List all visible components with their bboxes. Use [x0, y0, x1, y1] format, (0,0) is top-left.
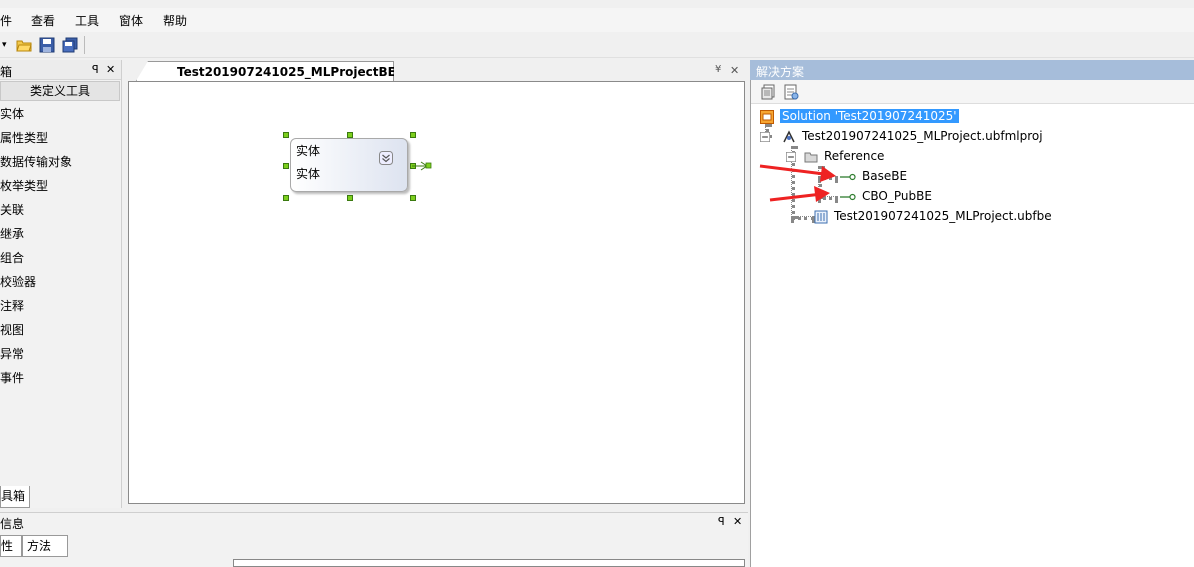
tree-reference-basebe-label: BaseBE [862, 169, 908, 183]
collapse-minus-icon[interactable] [760, 131, 770, 142]
reference-link-icon [840, 193, 856, 200]
tree-reference-cbo-pubbe-label: CBO_PubBE [862, 189, 932, 203]
tree-project-label: Test201907241025_MLProject.ubfmlproj [802, 129, 1043, 143]
save-all-icon[interactable] [62, 37, 78, 53]
reference-link-icon [840, 173, 856, 180]
tool-enum-type[interactable]: 枚举类型 [0, 175, 48, 197]
info-grid [233, 559, 745, 567]
tool-dto[interactable]: 数据传输对象 [0, 151, 72, 173]
tree-solution-root[interactable]: Solution 'Test201907241025' [760, 106, 959, 126]
solution-explorer-title: 解决方案 [756, 65, 805, 79]
menu-help[interactable]: 帮助 [163, 12, 187, 29]
resize-handle[interactable] [347, 132, 353, 138]
tree-be-file[interactable]: Test201907241025_MLProject.ubfbe [814, 206, 1052, 226]
tree-be-file-label: Test201907241025_MLProject.ubfbe [834, 209, 1052, 223]
show-all-files-icon[interactable] [783, 84, 799, 100]
annotation-arrow-head [820, 166, 836, 182]
tree-reference-basebe[interactable]: BaseBE [840, 166, 907, 186]
tree-solution-label: Solution 'Test201907241025' [780, 109, 959, 123]
collapse-chevron-icon[interactable] [379, 151, 393, 165]
resize-handle[interactable] [283, 163, 289, 169]
pin-icon[interactable]: ꟼ [92, 63, 99, 76]
solution-explorer-header: 解决方案 [750, 60, 1194, 80]
info-panel-title: 信息 [0, 517, 25, 531]
toolbox-bottom-tab[interactable]: 具箱 [0, 486, 30, 508]
resize-handle[interactable] [283, 132, 289, 138]
tool-inheritance[interactable]: 继承 [0, 223, 24, 245]
resize-handle[interactable] [410, 132, 416, 138]
entity-shape[interactable]: 实体 实体 [290, 138, 408, 192]
menu-bar: 件 查看 工具 窗体 帮助 [0, 8, 1194, 32]
resize-handle[interactable] [347, 195, 353, 201]
close-icon[interactable]: ✕ [106, 63, 115, 76]
tab-methods[interactable]: 方法 [22, 535, 68, 557]
toolbox-header: 箱 ꟼ ✕ [0, 60, 121, 80]
tool-view[interactable]: 视图 [0, 319, 24, 341]
toolbar-separator [84, 36, 85, 54]
document-tab-label: Test201907241025_MLProjectBE [177, 65, 396, 79]
save-icon[interactable] [39, 37, 55, 53]
toolbox-group-class-tools[interactable]: 类定义工具 [0, 81, 120, 101]
toolbox-title: 箱 [0, 65, 13, 79]
pin-icon[interactable]: ꟼ [718, 515, 725, 528]
tool-exception[interactable]: 异常 [0, 343, 24, 365]
resize-handle[interactable] [283, 195, 289, 201]
tool-validator[interactable]: 校验器 [0, 271, 36, 293]
properties-icon[interactable] [761, 84, 777, 100]
solution-toolbar [751, 80, 1194, 104]
tree-reference-cbo-pubbe[interactable]: CBO_PubBE [840, 186, 932, 206]
annotation-arrows [759, 164, 836, 202]
toolbox-panel: 箱 ꟼ ✕ 类定义工具 实体 属性类型 数据传输对象 枚举类型 关联 继承 组合… [0, 60, 122, 508]
connector-arrow-icon[interactable] [412, 159, 434, 173]
menu-window[interactable]: 窗体 [119, 12, 143, 29]
tree-project[interactable]: Test201907241025_MLProject.ubfmlproj [760, 126, 1043, 146]
close-icon[interactable]: ✕ [733, 515, 742, 528]
resize-handle[interactable] [410, 195, 416, 201]
tool-composition[interactable]: 组合 [0, 247, 24, 269]
design-canvas[interactable] [128, 81, 745, 504]
toolbar: ▾ [0, 32, 1194, 58]
tool-property-type[interactable]: 属性类型 [0, 127, 48, 149]
tool-association[interactable]: 关联 [0, 199, 24, 221]
menu-file[interactable]: 件 [0, 12, 12, 29]
menu-view[interactable]: 查看 [31, 12, 55, 29]
tool-comment[interactable]: 注释 [0, 295, 24, 317]
doc-close-icon[interactable]: ✕ [730, 64, 739, 77]
menu-tools[interactable]: 工具 [75, 12, 99, 29]
be-file-icon [814, 210, 828, 223]
document-tab[interactable]: Test201907241025_MLProjectBE [136, 61, 394, 81]
tree-line [791, 216, 815, 220]
entity-subtitle: 实体 [296, 167, 321, 181]
tab-list-icon[interactable]: ¥ [715, 64, 721, 75]
entity-title: 实体 [296, 144, 321, 158]
solution-icon [760, 109, 774, 124]
annotation-arrow-head [814, 186, 830, 202]
tool-entity[interactable]: 实体 [0, 103, 24, 125]
open-folder-icon[interactable] [16, 37, 32, 53]
tab-properties[interactable]: 性 [0, 535, 22, 557]
project-icon [783, 129, 795, 142]
tool-event[interactable]: 事件 [0, 367, 24, 389]
